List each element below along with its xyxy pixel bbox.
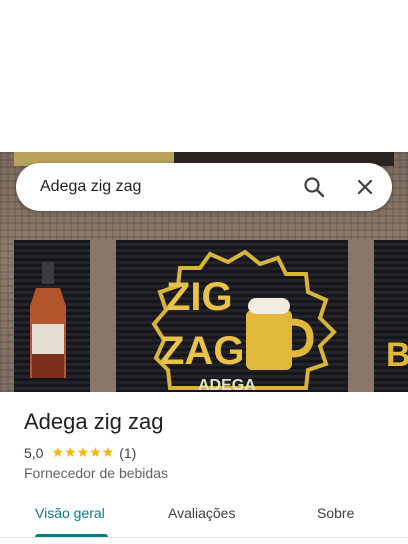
svg-text:B: B xyxy=(386,336,408,374)
search-button[interactable] xyxy=(300,173,328,201)
photo-pillar xyxy=(90,240,116,392)
place-category[interactable]: Fornecedor de bebidas xyxy=(24,465,168,481)
close-icon xyxy=(357,179,373,195)
tab-overview[interactable]: Visão geral xyxy=(35,505,105,521)
star-rating-icon: ★★★★★ xyxy=(51,445,115,461)
close-button[interactable] xyxy=(351,173,379,201)
zigzag-graffiti-logo: ZIG ZAG ADEGA xyxy=(151,249,337,392)
tab-reviews[interactable]: Avaliações xyxy=(168,505,235,521)
graffiti-text-zag: ZAG xyxy=(160,329,244,373)
review-count[interactable]: (1) xyxy=(119,445,136,461)
place-title: Adega zig zag xyxy=(24,409,164,434)
tab-divider xyxy=(0,537,408,538)
map-top-area xyxy=(0,0,408,152)
search-bar[interactable]: Adega zig zag xyxy=(16,163,392,211)
search-input[interactable]: Adega zig zag xyxy=(40,178,141,196)
tab-about[interactable]: Sobre xyxy=(317,505,354,521)
rating-row[interactable]: 5,0 ★★★★★ (1) xyxy=(24,444,136,462)
photo-pillar xyxy=(348,240,374,392)
graffiti-text-zig: ZIG xyxy=(166,275,233,319)
bottle-graffiti xyxy=(30,262,66,378)
rating-value: 5,0 xyxy=(24,445,44,461)
right-graffiti: B xyxy=(386,336,408,374)
search-icon xyxy=(304,177,325,198)
graffiti-text-adega: ADEGA xyxy=(198,377,256,392)
